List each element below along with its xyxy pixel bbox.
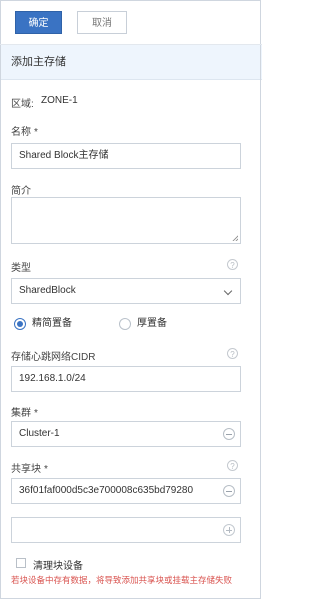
required-marker: * xyxy=(34,127,38,138)
shared-block-field[interactable]: 36f01faf000d5c3e700008c635bd79280 xyxy=(11,478,241,504)
name-label-text: 名称 xyxy=(11,127,31,138)
radio-thick-provisioning[interactable] xyxy=(119,318,131,330)
shared-block-label-text: 共享块 xyxy=(11,464,41,475)
remove-cluster-icon[interactable] xyxy=(223,428,235,440)
required-marker: * xyxy=(44,464,48,475)
shared-block-add-field[interactable] xyxy=(11,517,241,543)
type-select[interactable]: SharedBlock xyxy=(11,278,241,304)
description-textarea[interactable] xyxy=(11,197,241,244)
zone-value: ZONE-1 xyxy=(41,95,78,106)
shared-block-label: 共享块 * xyxy=(11,460,48,475)
shared-block-value: 36f01faf000d5c3e700008c635bd79280 xyxy=(19,485,194,496)
shared-block-help-icon[interactable]: ? xyxy=(227,460,238,471)
cluster-field[interactable]: Cluster-1 xyxy=(11,421,241,447)
type-select-value: SharedBlock xyxy=(19,285,76,296)
zone-label: 区域: xyxy=(11,99,34,110)
section-title: 添加主存储 xyxy=(0,45,262,80)
chevron-down-icon xyxy=(223,286,233,296)
toolbar: 确定 取消 xyxy=(0,0,262,45)
cluster-value: Cluster-1 xyxy=(19,428,60,439)
name-input[interactable]: Shared Block主存储 xyxy=(11,143,241,169)
clear-block-checkbox[interactable] xyxy=(16,558,26,568)
warning-text: 若块设备中存有数据，将导致添加共享块或挂载主存储失败 xyxy=(11,575,233,585)
remove-shared-block-icon[interactable] xyxy=(223,485,235,497)
network-cidr-input[interactable]: 192.168.1.0/24 xyxy=(11,366,241,392)
clear-block-label: 清理块设备 xyxy=(33,561,83,572)
resize-handle-icon[interactable] xyxy=(232,235,238,241)
cancel-button[interactable]: 取消 xyxy=(77,11,127,34)
confirm-button[interactable]: 确定 xyxy=(15,11,62,34)
network-cidr-help-icon[interactable]: ? xyxy=(227,348,238,359)
radio-thin-provisioning[interactable] xyxy=(14,318,26,330)
network-cidr-label: 存储心跳网络CIDR xyxy=(11,352,96,363)
name-label: 名称 * xyxy=(11,123,38,138)
description-label: 简介 xyxy=(11,186,31,197)
add-shared-block-icon[interactable] xyxy=(223,524,235,536)
cluster-label-text: 集群 xyxy=(11,408,31,419)
type-label: 类型 xyxy=(11,263,31,274)
required-marker: * xyxy=(34,408,38,419)
thick-provisioning-label: 厚置备 xyxy=(137,318,167,329)
thin-provisioning-label: 精简置备 xyxy=(32,318,72,329)
type-help-icon[interactable]: ? xyxy=(227,259,238,270)
cluster-label: 集群 * xyxy=(11,404,38,419)
